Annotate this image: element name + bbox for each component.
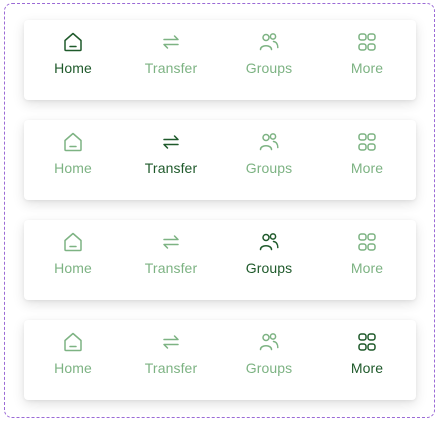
tab-home[interactable]: Home — [24, 220, 122, 300]
tab-label-more: More — [350, 160, 384, 176]
tab-more[interactable]: More — [318, 120, 416, 200]
tab-label-home: Home — [54, 60, 92, 76]
tab-label-transfer: Transfer — [144, 360, 198, 376]
bottom-tab-bar-home-active: Home Transfer Groups More — [24, 20, 416, 100]
tab-label-groups: Groups — [245, 60, 293, 76]
tab-transfer[interactable]: Transfer — [122, 20, 220, 100]
tab-label-home: Home — [54, 160, 92, 176]
groups-icon — [257, 30, 281, 54]
tab-groups[interactable]: Groups — [220, 220, 318, 300]
bottom-tab-bar-transfer-active: Home Transfer Groups More — [24, 120, 416, 200]
home-icon — [61, 130, 85, 154]
grid-icon — [355, 130, 379, 154]
home-icon — [61, 230, 85, 254]
tab-label-transfer: Transfer — [144, 260, 198, 276]
transfer-icon — [159, 330, 183, 354]
tab-label-more: More — [350, 360, 384, 376]
tab-label-transfer: Transfer — [144, 160, 198, 176]
tab-label-home: Home — [54, 260, 92, 276]
tab-transfer[interactable]: Transfer — [122, 120, 220, 200]
groups-icon — [257, 330, 281, 354]
tab-label-groups: Groups — [245, 260, 293, 276]
transfer-icon — [159, 130, 183, 154]
tab-more[interactable]: More — [318, 320, 416, 400]
tab-home[interactable]: Home — [24, 320, 122, 400]
grid-icon — [355, 30, 379, 54]
groups-icon — [257, 230, 281, 254]
tab-label-more: More — [350, 60, 384, 76]
tab-label-home: Home — [54, 360, 92, 376]
tab-transfer[interactable]: Transfer — [122, 320, 220, 400]
tab-groups[interactable]: Groups — [220, 20, 318, 100]
tab-label-groups: Groups — [245, 360, 293, 376]
tab-label-more: More — [350, 260, 384, 276]
bottom-tab-bar-groups-active: Home Transfer Groups More — [24, 220, 416, 300]
transfer-icon — [159, 30, 183, 54]
grid-icon — [355, 330, 379, 354]
bottom-tab-bar-more-active: Home Transfer Groups More — [24, 320, 416, 400]
groups-icon — [257, 130, 281, 154]
tab-label-groups: Groups — [245, 160, 293, 176]
tab-groups[interactable]: Groups — [220, 320, 318, 400]
home-icon — [61, 30, 85, 54]
home-icon — [61, 330, 85, 354]
tab-more[interactable]: More — [318, 20, 416, 100]
tab-home[interactable]: Home — [24, 20, 122, 100]
tab-label-transfer: Transfer — [144, 60, 198, 76]
tab-more[interactable]: More — [318, 220, 416, 300]
tab-groups[interactable]: Groups — [220, 120, 318, 200]
grid-icon — [355, 230, 379, 254]
tab-transfer[interactable]: Transfer — [122, 220, 220, 300]
transfer-icon — [159, 230, 183, 254]
tab-home[interactable]: Home — [24, 120, 122, 200]
